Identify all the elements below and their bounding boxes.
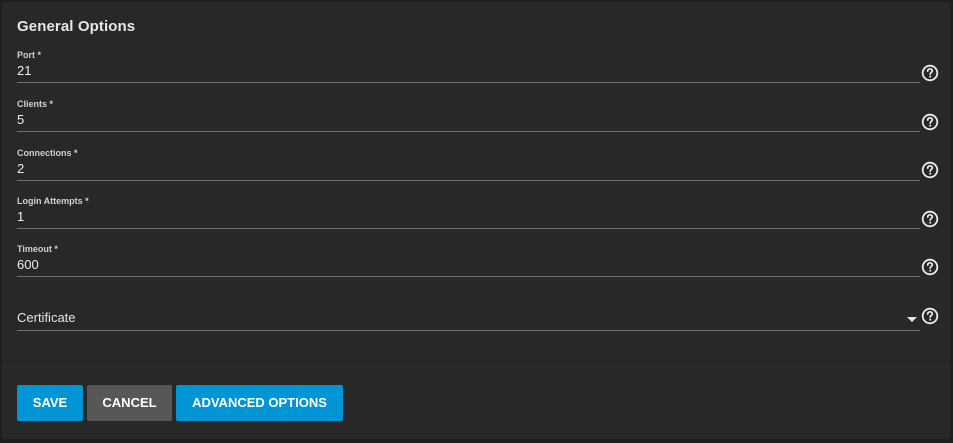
clients-label: Clients * xyxy=(17,99,54,109)
port-help-icon[interactable] xyxy=(921,64,939,82)
login-attempts-help-icon[interactable] xyxy=(921,210,939,228)
dropdown-arrow-icon[interactable] xyxy=(907,317,917,322)
cancel-button[interactable]: CANCEL xyxy=(87,385,172,421)
section-title: General Options xyxy=(17,18,136,35)
timeout-label: Timeout * xyxy=(17,244,58,254)
certificate-help-icon[interactable] xyxy=(921,307,939,325)
login-attempts-input[interactable] xyxy=(17,209,877,225)
actions-divider xyxy=(2,360,950,361)
certificate-underline xyxy=(17,330,920,331)
port-label: Port * xyxy=(17,50,42,60)
save-button[interactable]: SAVE xyxy=(17,385,83,421)
clients-input[interactable] xyxy=(17,112,877,128)
connections-input[interactable] xyxy=(17,161,877,177)
general-options-card: General Options Port * Clients * Connect… xyxy=(2,2,950,439)
clients-underline xyxy=(17,131,920,132)
login-attempts-underline xyxy=(17,228,920,229)
port-underline xyxy=(17,82,920,83)
connections-label: Connections * xyxy=(17,148,78,158)
certificate-select[interactable]: Certificate xyxy=(17,308,920,332)
timeout-input[interactable] xyxy=(17,257,877,273)
port-input[interactable] xyxy=(17,63,877,79)
clients-help-icon[interactable] xyxy=(921,113,939,131)
login-attempts-label: Login Attempts * xyxy=(17,196,89,206)
connections-help-icon[interactable] xyxy=(921,161,939,179)
advanced-options-button[interactable]: ADVANCED OPTIONS xyxy=(176,385,343,421)
connections-underline xyxy=(17,180,920,181)
timeout-help-icon[interactable] xyxy=(921,258,939,276)
certificate-label: Certificate xyxy=(17,310,76,325)
timeout-underline xyxy=(17,276,920,277)
